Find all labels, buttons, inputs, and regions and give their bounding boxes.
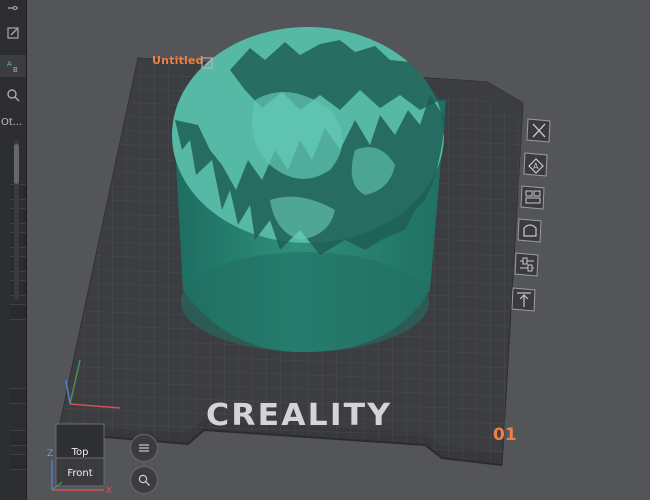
text-ab-icon[interactable]: AB <box>0 55 26 77</box>
menu-button[interactable] <box>130 434 158 462</box>
settings-sliders-icon[interactable] <box>0 0 26 22</box>
auto-orient-icon[interactable]: A <box>521 150 551 178</box>
arrange-icon[interactable] <box>518 183 548 211</box>
zoom-search-button[interactable] <box>130 466 158 494</box>
rename-edit-icon[interactable] <box>201 56 215 70</box>
scrollbar-thumb[interactable] <box>14 144 19 184</box>
svg-text:A: A <box>7 60 12 68</box>
plate-number[interactable]: 01 <box>493 425 517 445</box>
3d-viewport[interactable]: Untitled CREALITY 01 A Top Front Z X <box>27 0 650 500</box>
vertical-scrollbar[interactable] <box>14 140 19 300</box>
panel-row[interactable] <box>10 304 26 320</box>
svg-text:A: A <box>533 162 539 171</box>
partial-label: Ot... <box>1 117 23 128</box>
view-cube[interactable]: Top Front Z X <box>40 420 120 500</box>
svg-text:B: B <box>13 66 18 74</box>
model-lithophane-cylinder[interactable] <box>172 27 446 353</box>
view-cube-top[interactable]: Top <box>56 422 104 458</box>
axis-z-label: Z <box>47 449 54 459</box>
panel-row[interactable] <box>10 388 26 404</box>
support-icon[interactable] <box>515 216 545 244</box>
search-icon <box>138 474 150 486</box>
axis-x-label: X <box>106 486 113 496</box>
view-cube-front[interactable]: Front <box>56 460 104 486</box>
menu-icon <box>139 444 149 452</box>
plate-brand-logo: CREALITY <box>206 398 393 433</box>
search-icon[interactable] <box>0 84 26 106</box>
layer-settings-icon[interactable] <box>512 250 542 278</box>
panel-row[interactable] <box>10 454 26 470</box>
plate-title[interactable]: Untitled <box>152 54 204 67</box>
edit-icon[interactable] <box>0 22 26 44</box>
close-icon[interactable] <box>524 116 554 144</box>
panel-row[interactable] <box>10 430 26 446</box>
left-toolbar: AB Ot... <box>0 0 27 500</box>
lay-flat-icon[interactable] <box>509 285 539 313</box>
